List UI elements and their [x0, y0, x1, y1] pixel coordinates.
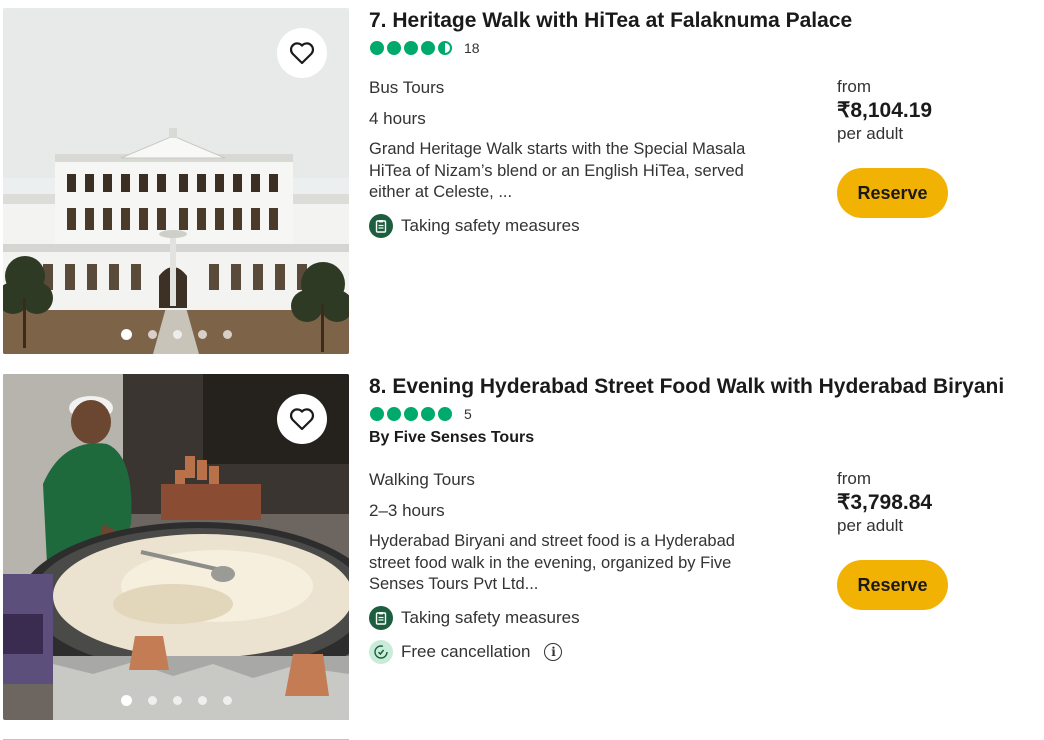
- price-from-label: from: [837, 77, 871, 96]
- listing-title[interactable]: 8. Evening Hyderabad Street Food Walk wi…: [369, 375, 1004, 399]
- carousel-dot[interactable]: [222, 696, 232, 705]
- listing-photo[interactable]: [3, 374, 349, 720]
- price-value: ₹8,104.19: [837, 99, 933, 122]
- carousel-indicator: [3, 695, 349, 706]
- feature-free-cancellation: Free cancellation i: [369, 640, 563, 664]
- listing-card: 8. Evening Hyderabad Street Food Walk wi…: [0, 366, 1044, 728]
- rating-bubbles[interactable]: 18: [370, 40, 480, 56]
- feature-safety: Taking safety measures: [369, 214, 580, 238]
- feature-label: Taking safety measures: [401, 216, 580, 235]
- rating-bubbles[interactable]: 5: [370, 406, 472, 422]
- listing-card: 7. Heritage Walk with HiTea at Falaknuma…: [0, 0, 1044, 360]
- carousel-dot[interactable]: [197, 330, 207, 339]
- price-unit: per adult: [837, 516, 904, 535]
- reserve-button[interactable]: Reserve: [837, 560, 948, 610]
- price-value: ₹3,798.84: [837, 491, 933, 514]
- description-line: HiTea of Nizam’s blend or an English HiT…: [369, 161, 744, 180]
- rating-bubble-full: [404, 41, 418, 55]
- price-unit: per adult: [837, 124, 904, 143]
- price-from-label: from: [837, 469, 871, 488]
- save-favorite-button[interactable]: [277, 394, 327, 444]
- feature-label: Taking safety measures: [401, 608, 580, 627]
- listing-title[interactable]: 7. Heritage Walk with HiTea at Falaknuma…: [369, 9, 852, 33]
- carousel-dot[interactable]: [120, 329, 132, 340]
- tour-description: Hyderabad Biryani and street food is a H…: [369, 531, 789, 596]
- review-count: 18: [464, 40, 480, 56]
- clipboard-icon: [369, 214, 393, 238]
- listing-photo[interactable]: [3, 8, 349, 354]
- carousel-indicator: [3, 329, 349, 340]
- carousel-dot[interactable]: [172, 696, 182, 705]
- description-line: either at Celeste, ...: [369, 183, 513, 201]
- feature-label: Free cancellation: [401, 642, 531, 661]
- rating-bubble-full: [387, 41, 401, 55]
- rating-bubble-full: [387, 407, 401, 421]
- tour-duration: 4 hours: [369, 109, 426, 128]
- carousel-dot[interactable]: [147, 330, 157, 339]
- rating-bubble-half: [438, 41, 452, 55]
- heart-icon: [289, 408, 315, 431]
- tour-category: Walking Tours: [369, 470, 475, 489]
- review-count: 5: [464, 406, 472, 422]
- heart-icon: [289, 42, 315, 65]
- cancel-clock-icon: [369, 640, 393, 664]
- carousel-dot[interactable]: [147, 696, 157, 705]
- tour-description: Grand Heritage Walk starts with the Spec…: [369, 139, 789, 204]
- price-block: from ₹3,798.84 per adult Reserve: [837, 469, 1017, 610]
- description-line: street food walk in the evening, organiz…: [369, 553, 732, 572]
- feature-safety: Taking safety measures: [369, 606, 580, 630]
- price-block: from ₹8,104.19 per adult Reserve: [837, 77, 1017, 218]
- carousel-dot[interactable]: [222, 330, 232, 339]
- carousel-dot[interactable]: [197, 696, 207, 705]
- description-line: Senses Tours Pvt Ltd...: [369, 575, 539, 593]
- rating-bubble-full: [370, 407, 384, 421]
- reserve-button[interactable]: Reserve: [837, 168, 948, 218]
- save-favorite-button[interactable]: [277, 28, 327, 78]
- description-line: Hyderabad Biryani and street food is a H…: [369, 532, 735, 550]
- tour-duration: 2–3 hours: [369, 501, 445, 520]
- rating-bubble-full: [421, 407, 435, 421]
- rating-bubble-full: [404, 407, 418, 421]
- rating-bubble-full: [370, 41, 384, 55]
- carousel-dot[interactable]: [120, 695, 132, 706]
- info-icon[interactable]: i: [544, 643, 563, 661]
- carousel-dot[interactable]: [172, 330, 182, 339]
- rating-bubble-full: [421, 41, 435, 55]
- clipboard-icon: [369, 606, 393, 630]
- rating-bubble-full: [438, 407, 452, 421]
- operator-name[interactable]: By Five Senses Tours: [369, 429, 534, 447]
- description-line: Grand Heritage Walk starts with the Spec…: [369, 140, 746, 158]
- tour-category: Bus Tours: [369, 78, 445, 97]
